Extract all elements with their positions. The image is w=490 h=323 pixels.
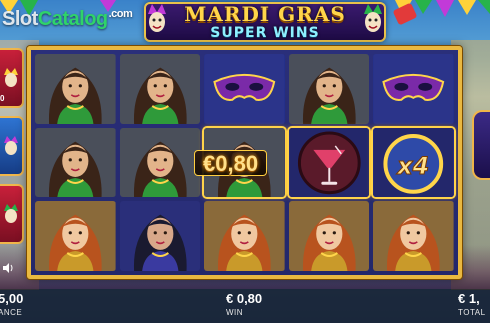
total-bet-display[interactable]: € 1, TOTAL [458, 291, 486, 318]
total-bet-value: € 1, [458, 291, 480, 306]
woman-green-symbol [35, 127, 116, 198]
win-amount-display: €0,80 [194, 150, 268, 176]
balance-label: ANCE [0, 308, 23, 317]
jester-mask-icon [4, 68, 18, 87]
balance-value: 5,00 [0, 291, 24, 306]
total-bet-label: TOTAL [458, 308, 486, 317]
woman-green-symbol [119, 54, 201, 124]
woman-green-symbol [35, 54, 116, 124]
side-panel-value: 0 [0, 94, 5, 103]
woman-redhead-symbol [204, 201, 285, 271]
side-feature-button[interactable] [0, 184, 24, 244]
jester-mask-icon [4, 136, 18, 155]
left-side-panel [0, 48, 24, 252]
win-display: € 0,80 WIN [226, 291, 262, 318]
wild-multiplier-symbol: x4 [373, 127, 454, 198]
logo-title: MARDI GRAS [184, 2, 346, 26]
game-logo: MARDI GRAS SUPER WINS [140, 0, 390, 46]
logo-subtitle: SUPER WINS [210, 25, 320, 41]
woman-redhead-symbol [35, 201, 116, 271]
purple-mask-symbol [204, 54, 285, 124]
right-side-panel[interactable] [472, 110, 490, 180]
woman-green-symbol [119, 127, 201, 198]
woman-redhead-symbol [373, 201, 454, 271]
woman-green-symbol [288, 54, 370, 124]
purple-mask-symbol [373, 54, 454, 124]
jester-mask-icon [364, 4, 382, 32]
jester-mask-icon [4, 204, 18, 223]
bottom-bar: 5,00 ANCE € 0,80 WIN € 1, TOTAL [0, 289, 490, 323]
win-label: WIN [226, 308, 244, 317]
balance-display: 5,00 ANCE [0, 291, 23, 318]
svg-text:x4: x4 [397, 151, 430, 179]
win-value: € 0,80 [226, 291, 263, 306]
woman-dark-symbol [119, 201, 201, 271]
woman-redhead-symbol [288, 201, 370, 271]
sound-icon[interactable] [2, 262, 14, 274]
watermark-logo: SlotCatalog.com [2, 8, 133, 30]
side-feature-button[interactable] [0, 116, 24, 176]
cocktail-symbol [288, 127, 370, 198]
